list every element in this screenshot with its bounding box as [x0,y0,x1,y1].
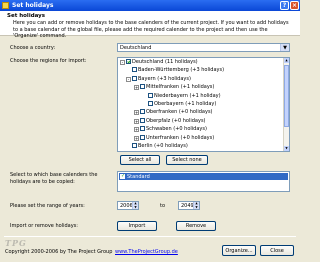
remove-button[interactable]: Remove [176,221,216,231]
region-label: Bayern (+3 holidays) [138,75,191,82]
collapse-icon[interactable]: - [126,76,131,82]
scroll-thumb[interactable] [284,65,289,127]
region-checkbox[interactable] [132,143,137,148]
region-label: Mittelfranken (+1 holidays) [146,84,215,91]
tree-item[interactable]: - Deutschland (11 holidays) [120,59,198,65]
region-checkbox[interactable] [148,92,153,98]
scroll-down-icon[interactable]: ▼ [284,146,289,151]
help-button[interactable]: ? [280,1,289,10]
region-checkbox[interactable] [132,67,137,73]
calendars-list[interactable]: ✓ Standard [117,171,290,192]
tpg-logo: TPG [5,238,27,248]
checkmark-icon: ✓ [121,173,126,179]
expand-icon[interactable]: + [134,118,139,124]
tree-item[interactable]: Baden-Württemberg (+3 holidays) [126,67,224,73]
tree-item[interactable]: - Bayern (+3 holidays) [126,75,191,82]
copyright-text: Copyright 2000-2006 by The Project Group [5,249,113,255]
country-value: Deutschland [120,45,152,51]
spin-icon[interactable]: ▲ ▼ [193,201,199,209]
year-to-value: 2049 [181,203,194,209]
region-label: Berlin (+0 holidays) [138,143,188,149]
window-title: Set holidays [12,2,54,9]
region-checkbox[interactable] [140,117,145,123]
expand-icon[interactable]: + [134,110,139,116]
expand-icon[interactable]: + [134,127,139,133]
region-checkbox[interactable] [140,109,145,115]
collapse-icon[interactable]: - [120,60,125,65]
tree-item[interactable]: + Schwaben (+0 holidays) [134,126,207,133]
title-bar: Set holidays ? × [0,0,300,11]
tree-item[interactable]: + Oberfranken (+0 holidays) [134,109,213,116]
year-to-input[interactable]: 2049 ▲ ▼ [178,201,200,210]
region-checkbox[interactable] [148,101,153,106]
header-description: Here you can add or remove holidays to t… [13,20,289,39]
select-all-button[interactable]: Select all [120,155,160,165]
website-link[interactable]: www.TheProjectGroup.de [115,249,178,255]
scroll-up-icon[interactable]: ▲ [284,58,289,63]
year-from-value: 2006 [120,203,133,209]
region-label: Oberfranken (+0 holidays) [146,109,213,116]
close-button[interactable]: Close [260,245,294,256]
regions-label: Choose the regions for import: [10,58,87,64]
expand-icon[interactable]: + [134,135,139,141]
region-label: Baden-Württemberg (+3 holidays) [138,67,225,74]
import-button[interactable]: Import [117,221,157,231]
region-label: Niederbayern (+1 holiday) [154,92,221,99]
tree-item[interactable]: + Unterfranken (+0 holidays) [134,134,215,141]
calendar-label: Standard [127,174,150,180]
select-none-button[interactable]: Select none [166,155,208,165]
tree-item[interactable]: + Oberpfalz (+0 holidays) [134,117,206,124]
region-checkbox[interactable] [140,84,145,90]
years-to-label: to [160,203,166,209]
calendar-item-standard[interactable]: ✓ Standard [119,173,288,180]
country-label: Choose a country: [10,45,56,51]
tree-item[interactable]: + Mittelfranken (+1 holidays) [134,84,215,91]
regions-tree[interactable]: - Deutschland (11 holidays) Baden-Württemb… [117,57,290,152]
header-panel: Set holidays Here you can add or remove … [0,11,300,39]
tree-item[interactable]: Berlin (+0 holidays) [126,143,188,149]
region-label: Oberpfalz (+0 holidays) [146,117,206,124]
region-label: Unterfranken (+0 holidays) [146,134,215,141]
region-label: Schwaben (+0 holidays) [146,126,207,133]
organize-button[interactable]: Organize... [222,245,256,256]
region-label: Deutschland (11 holidays) [132,59,198,65]
region-checkbox[interactable] [126,59,131,64]
calendars-label: Select to which base calenders the holid… [10,172,98,185]
years-label: Please set the range of years: [10,203,85,209]
footer-separator [4,236,296,237]
app-icon [2,2,9,9]
region-checkbox[interactable] [140,126,145,132]
tree-item[interactable]: Oberbayern (+1 holiday) [142,101,216,107]
expand-icon[interactable]: + [134,85,139,91]
year-from-input[interactable]: 2006 ▲ ▼ [117,201,139,210]
regions-scrollbar[interactable]: ▲ ▼ [283,58,289,151]
tree-item[interactable]: Niederbayern (+1 holiday) [142,92,221,99]
region-label: Oberbayern (+1 holiday) [154,101,217,107]
chevron-down-icon[interactable]: ▼ [280,44,289,51]
close-window-button[interactable]: × [290,1,299,10]
region-checkbox[interactable] [140,134,145,140]
region-checkbox[interactable] [132,75,137,81]
country-select[interactable]: Deutschland ▼ [117,43,290,52]
header-title: Set holidays [7,13,46,19]
spin-icon[interactable]: ▲ ▼ [132,201,138,209]
import-remove-label: Import or remove holidays: [10,223,78,229]
